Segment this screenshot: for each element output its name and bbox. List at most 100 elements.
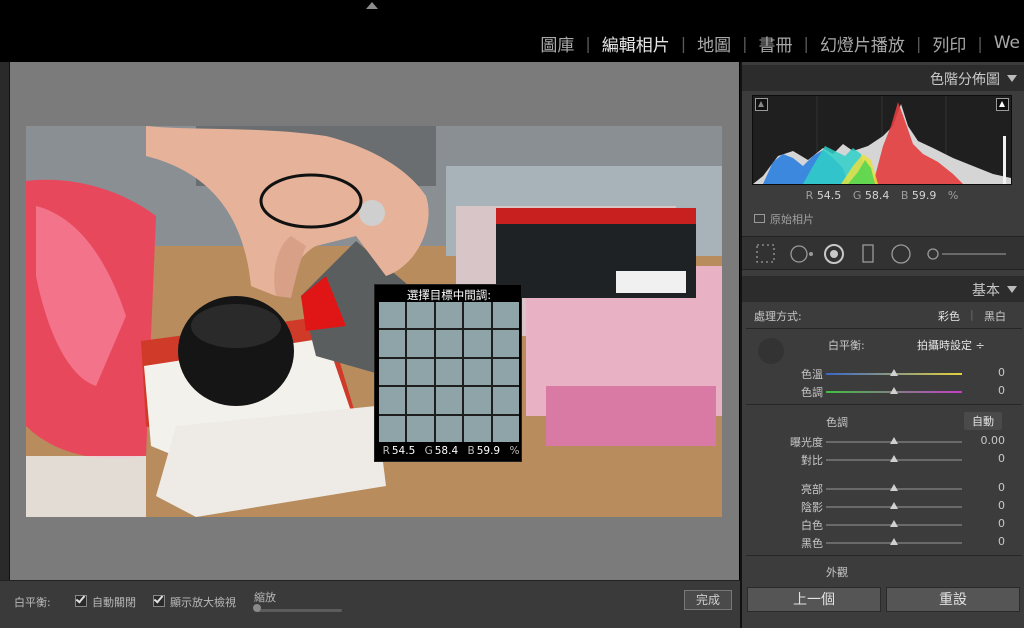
slider-label: 陰影 (801, 501, 823, 514)
loupe-cell (435, 330, 463, 357)
slider-value[interactable]: 0 (998, 517, 1005, 530)
loupe-cell (435, 387, 463, 414)
module-separator: | (585, 33, 591, 53)
loupe-title: 選擇目標中間調: (406, 288, 492, 302)
module-library[interactable]: 圖庫 (536, 31, 578, 56)
shadow-clipping-toggle[interactable] (755, 98, 768, 111)
module-web[interactable]: We (990, 33, 1024, 53)
slider-value[interactable]: 0 (998, 535, 1005, 548)
slider-value[interactable]: 0 (998, 481, 1005, 494)
slider-value[interactable]: 0 (998, 366, 1005, 379)
slider-label: 對比 (801, 454, 823, 467)
loupe-cell (407, 415, 434, 442)
check-icon (75, 595, 87, 607)
top-panel-toggle-icon[interactable] (366, 2, 378, 9)
done-button[interactable]: 完成 (684, 590, 732, 610)
radial-filter-icon[interactable] (890, 244, 912, 264)
loupe-cell (492, 415, 519, 442)
slider-track[interactable] (826, 387, 962, 394)
slider-track[interactable] (826, 520, 962, 527)
module-develop[interactable]: 編輯相片 (598, 31, 674, 56)
slider-knob[interactable] (890, 455, 898, 462)
slider-value[interactable]: 0.00 (981, 434, 1006, 447)
slider-track[interactable] (826, 484, 962, 491)
slider-track[interactable] (826, 437, 962, 444)
loupe-cell (435, 302, 463, 329)
loupe-cell (379, 302, 406, 329)
divider (746, 328, 1022, 329)
module-book[interactable]: 書冊 (755, 31, 797, 56)
highlight-clipping-toggle[interactable] (996, 98, 1009, 111)
basic-header[interactable]: 基本 (742, 276, 1024, 302)
zoom-label: 縮放 (254, 591, 276, 604)
target-loupe: 選擇目標中間調: R 54.5 G 58.4 B 59.9 % (374, 284, 522, 462)
wb-preset-select[interactable]: 拍攝時設定 ÷ (917, 337, 985, 353)
loupe-r-value: 54.5 (391, 445, 416, 457)
slider-label: 白色 (801, 519, 823, 532)
wb-eyedropper-icon[interactable] (758, 338, 784, 364)
loupe-cell (492, 358, 519, 386)
module-separator: | (742, 33, 748, 53)
loupe-r-label: R (382, 445, 390, 457)
loupe-cell (464, 387, 491, 414)
slider-knob[interactable] (890, 369, 898, 376)
loupe-cell (407, 387, 434, 414)
original-photo-toggle[interactable]: 原始相片 (754, 211, 814, 227)
collapse-triangle-icon[interactable] (1007, 286, 1017, 293)
slider-knob[interactable] (890, 502, 898, 509)
module-separator: | (803, 33, 809, 53)
show-loupe-checkbox[interactable]: 顯示放大檢視 (153, 594, 236, 610)
slider-knob[interactable] (890, 520, 898, 527)
check-icon (153, 595, 165, 607)
treatment-bw-option[interactable]: 黑白 (984, 308, 1006, 324)
graduated-filter-icon[interactable] (858, 244, 878, 264)
hist-g-value: 58.4 (864, 189, 890, 202)
slider-track[interactable] (826, 455, 962, 462)
original-photo-label: 原始相片 (770, 213, 814, 226)
hist-unit: % (947, 189, 959, 202)
crop-tool-icon[interactable] (752, 244, 772, 264)
loupe-cell (464, 415, 491, 442)
module-separator: | (977, 33, 983, 53)
loupe-cell (407, 302, 434, 329)
module-map[interactable]: 地圖 (693, 31, 735, 56)
collapse-triangle-icon[interactable] (1007, 75, 1017, 82)
slider-knob[interactable] (890, 484, 898, 491)
histogram[interactable] (752, 95, 1012, 185)
module-print[interactable]: 列印 (928, 31, 970, 56)
treatment-color-option[interactable]: 彩色 (938, 308, 960, 324)
spot-removal-tool-icon[interactable] (788, 244, 816, 264)
loupe-g-value: 58.4 (434, 445, 459, 457)
auto-dismiss-label: 自動關閉 (92, 596, 136, 609)
previous-button[interactable]: 上一個 (747, 587, 881, 612)
slider-value[interactable]: 0 (998, 452, 1005, 465)
zoom-slider-thumb[interactable] (253, 604, 261, 612)
slider-label: 曝光度 (790, 436, 823, 449)
loupe-cell (379, 415, 406, 442)
slider-knob[interactable] (890, 387, 898, 394)
slider-knob[interactable] (890, 538, 898, 545)
module-separator: | (915, 33, 922, 53)
hist-r-label: R (805, 189, 814, 202)
hist-r-value: 54.5 (816, 189, 842, 202)
auto-dismiss-checkbox[interactable]: 自動關閉 (75, 594, 136, 610)
module-slideshow[interactable]: 幻燈片播放 (816, 31, 909, 56)
divider (746, 555, 1022, 556)
slider-track[interactable] (826, 502, 962, 509)
reset-button[interactable]: 重設 (886, 587, 1020, 612)
red-eye-tool-icon[interactable] (822, 244, 846, 264)
left-panel-collapsed[interactable] (0, 62, 10, 582)
auto-tone-button[interactable]: 自動 (964, 412, 1002, 430)
slider-track[interactable] (826, 538, 962, 545)
slider-label: 色溫 (801, 368, 823, 381)
slider-track[interactable] (826, 369, 962, 376)
adjustment-brush-icon[interactable] (924, 244, 1008, 264)
loupe-g-label: G (424, 445, 433, 457)
loupe-cell (407, 358, 434, 386)
treatment-separator: | (970, 308, 974, 321)
slider-knob[interactable] (890, 437, 898, 444)
slider-value[interactable]: 0 (998, 499, 1005, 512)
histogram-header[interactable]: 色階分佈圖 (742, 65, 1024, 91)
slider-value[interactable]: 0 (998, 384, 1005, 397)
zoom-slider[interactable] (256, 609, 342, 612)
